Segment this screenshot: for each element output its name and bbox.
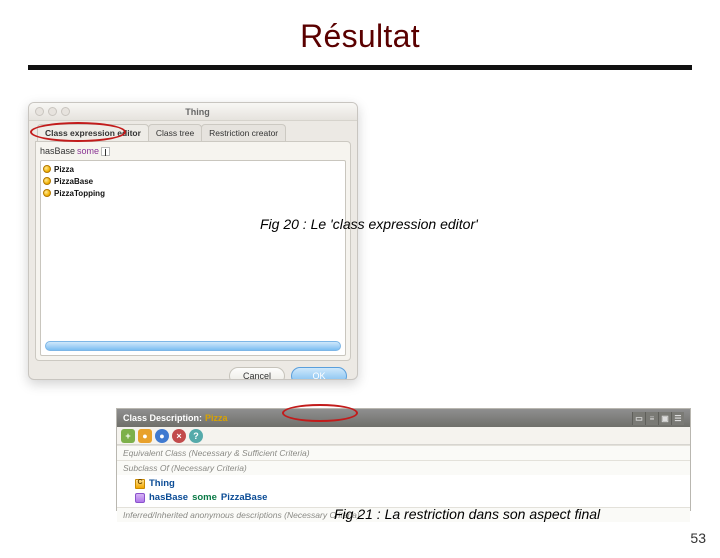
subclass-thing-label: Thing [149, 478, 175, 489]
list-item[interactable]: PizzaBase [43, 175, 343, 187]
class-icon [43, 165, 51, 173]
tab-class-expression-editor[interactable]: Class expression editor [37, 124, 149, 141]
horizontal-scrollbar[interactable] [45, 341, 341, 351]
page-number: 53 [690, 530, 706, 546]
header-label: Class Description: [123, 413, 202, 423]
panel-icon[interactable]: ▭ [632, 412, 645, 425]
tab-class-tree[interactable]: Class tree [148, 124, 202, 141]
list-item[interactable]: Pizza [43, 163, 343, 175]
dialog-titlebar: Thing [29, 103, 357, 121]
title-rule [28, 65, 692, 70]
class-icon [43, 189, 51, 197]
tab-restriction-creator[interactable]: Restriction creator [201, 124, 286, 141]
section-subclass: Subclass Of (Necessary Criteria) [117, 460, 690, 475]
restriction-target: PizzaBase [221, 492, 267, 503]
suggestion-list: Pizza PizzaBase PizzaTopping [40, 160, 346, 356]
dialog-buttons: Cancel OK [29, 361, 357, 380]
panel-icon[interactable]: ≡ [645, 412, 658, 425]
add-class-icon[interactable]: + [121, 429, 135, 443]
minimize-icon[interactable] [48, 107, 57, 116]
list-item-label: PizzaBase [54, 177, 93, 186]
class-button-icon[interactable]: ● [138, 429, 152, 443]
restriction-icon [135, 493, 145, 503]
figure-caption-21: Fig 21 : La restriction dans son aspect … [334, 506, 600, 522]
header-subject: Pizza [205, 413, 228, 423]
class-description-toolbar: + ● ● × ? [117, 427, 690, 445]
slide-title: Résultat [0, 18, 720, 55]
class-description-header: Class Description: Pizza ▭ ≡ ▣ ☰ [117, 409, 690, 427]
expression-prefix: hasBase [40, 146, 75, 156]
help-button-icon[interactable]: ? [189, 429, 203, 443]
panel-icon[interactable]: ▣ [658, 412, 671, 425]
list-item-label: Pizza [54, 165, 74, 174]
expression-keyword: some [77, 146, 99, 156]
header-icons: ▭ ≡ ▣ ☰ [632, 412, 684, 425]
caret-icon [101, 147, 110, 156]
class-icon [43, 177, 51, 185]
subclass-row-thing[interactable]: Thing [117, 475, 690, 489]
zoom-icon[interactable] [61, 107, 70, 116]
dialog-tabs: Class expression editor Class tree Restr… [37, 124, 357, 141]
list-item-label: PizzaTopping [54, 189, 105, 198]
section-equivalent: Equivalent Class (Necessary & Sufficient… [117, 445, 690, 460]
class-icon [135, 479, 145, 489]
close-icon[interactable] [35, 107, 44, 116]
delete-button-icon[interactable]: × [172, 429, 186, 443]
class-description-panel: Class Description: Pizza ▭ ≡ ▣ ☰ + ● ● ×… [116, 408, 691, 511]
panel-icon[interactable]: ☰ [671, 412, 684, 425]
expression-input[interactable]: hasBase some [40, 146, 346, 156]
cancel-button[interactable]: Cancel [229, 367, 285, 380]
dialog-title: Thing [74, 107, 321, 117]
class-expression-dialog: Thing Class expression editor Class tree… [28, 102, 358, 380]
property-button-icon[interactable]: ● [155, 429, 169, 443]
subclass-row-hasbase[interactable]: hasBase some PizzaBase [117, 489, 690, 507]
list-item[interactable]: PizzaTopping [43, 187, 343, 199]
ok-button[interactable]: OK [291, 367, 347, 380]
restriction-property: hasBase [149, 492, 188, 503]
figure-caption-20: Fig 20 : Le 'class expression editor' [260, 216, 478, 232]
restriction-keyword: some [192, 492, 217, 503]
tab-body: hasBase some Pizza PizzaBase P [35, 141, 351, 361]
